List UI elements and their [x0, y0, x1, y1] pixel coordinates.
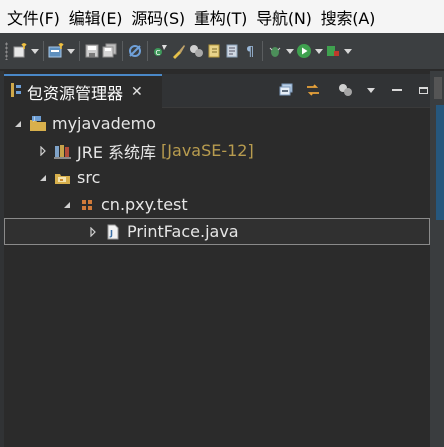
src-folder-name: src — [77, 168, 101, 187]
tree-item-jre[interactable]: JRE 系统库 [JavaSE-12] — [4, 137, 430, 164]
tree-item-file[interactable]: J PrintFace.java — [4, 218, 430, 245]
svg-text:J: J — [109, 229, 113, 238]
new-dropdown-icon[interactable] — [29, 40, 40, 62]
project-tree: J myjavademo JRE 系统库 [JavaSE-12] src cn.… — [4, 110, 430, 245]
java-project-icon: J — [29, 115, 47, 133]
view-header: 包资源管理器 ✕ — [4, 74, 430, 108]
skip-breakpoints-icon[interactable] — [126, 40, 144, 62]
svg-text:¶: ¶ — [246, 45, 254, 59]
main-toolbar: C ¶ — [0, 33, 444, 70]
link-with-editor-icon[interactable] — [302, 79, 324, 101]
tree-item-src[interactable]: src — [4, 164, 430, 191]
open-type-icon[interactable]: C — [151, 40, 169, 62]
tree-item-project[interactable]: J myjavademo — [4, 110, 430, 137]
toolbar-separator — [122, 41, 123, 61]
annotation-icon[interactable] — [223, 40, 241, 62]
save-icon[interactable] — [83, 40, 101, 62]
expanded-arrow-icon[interactable] — [37, 172, 49, 184]
menu-file[interactable]: 文件(F) — [7, 5, 60, 29]
view-title: 包资源管理器 — [27, 84, 124, 103]
jre-label: JRE 系统库 — [77, 142, 157, 162]
library-icon — [54, 142, 72, 160]
menu-edit[interactable]: 编辑(E) — [69, 5, 123, 29]
collapsed-arrow-icon[interactable] — [37, 145, 49, 157]
menu-source[interactable]: 源码(S) — [131, 5, 185, 29]
open-resource-icon[interactable] — [205, 40, 223, 62]
collapse-all-icon[interactable] — [276, 79, 298, 101]
toolbar-separator — [79, 41, 80, 61]
file-name: PrintFace.java — [127, 222, 239, 241]
source-folder-icon — [54, 169, 72, 187]
collapsed-arrow-icon[interactable] — [87, 226, 99, 238]
run-icon[interactable] — [295, 40, 313, 62]
menu-bar: 文件(F) 编辑(E) 源码(S) 重构(T) 导航(N) 搜索(A) — [0, 0, 444, 33]
view-menu-icon[interactable] — [360, 79, 382, 101]
focus-icon[interactable] — [334, 79, 356, 101]
tree-item-package[interactable]: cn.pxy.test — [4, 191, 430, 218]
external-tools-dropdown-icon[interactable] — [342, 40, 353, 62]
svg-text:J: J — [33, 116, 35, 122]
new-icon[interactable] — [11, 40, 29, 62]
expanded-arrow-icon[interactable] — [61, 199, 73, 211]
package-explorer-view: 包资源管理器 ✕ J myjavademo JRE 系统库 [JavaSE-12… — [4, 74, 430, 447]
package-explorer-icon — [10, 82, 22, 102]
package-name: cn.pxy.test — [101, 195, 188, 214]
debug-dropdown-icon[interactable] — [284, 40, 295, 62]
project-name: myjavademo — [52, 114, 156, 133]
expanded-arrow-icon[interactable] — [12, 118, 24, 130]
debug-icon[interactable] — [266, 40, 284, 62]
pilcrow-icon[interactable]: ¶ — [241, 40, 259, 62]
task-icon[interactable] — [187, 40, 205, 62]
right-editor-strip — [430, 71, 444, 447]
new-java-dropdown-icon[interactable] — [65, 40, 76, 62]
menu-search[interactable]: 搜索(A) — [321, 5, 376, 29]
close-icon[interactable]: ✕ — [131, 84, 143, 100]
toolbar-separator — [262, 41, 263, 61]
tab-package-explorer[interactable]: 包资源管理器 ✕ — [4, 74, 162, 108]
menu-refactor[interactable]: 重构(T) — [194, 5, 247, 29]
toolbar-separator — [147, 41, 148, 61]
save-all-icon[interactable] — [101, 40, 119, 62]
editor-scroll-indicator[interactable] — [436, 105, 444, 220]
svg-text:C: C — [156, 49, 161, 57]
editor-tab-stub[interactable] — [434, 77, 442, 99]
run-dropdown-icon[interactable] — [313, 40, 324, 62]
new-java-project-icon[interactable] — [47, 40, 65, 62]
minimize-icon[interactable] — [386, 79, 408, 101]
toolbar-grip[interactable] — [5, 42, 8, 60]
view-toolbar — [276, 79, 438, 101]
java-file-icon: J — [104, 223, 122, 241]
menu-navigate[interactable]: 导航(N) — [256, 5, 312, 29]
jre-version-decoration: [JavaSE-12] — [161, 141, 254, 160]
toolbar-separator — [43, 41, 44, 61]
external-tools-icon[interactable] — [324, 40, 342, 62]
package-icon — [78, 196, 96, 214]
brush-icon[interactable] — [169, 40, 187, 62]
